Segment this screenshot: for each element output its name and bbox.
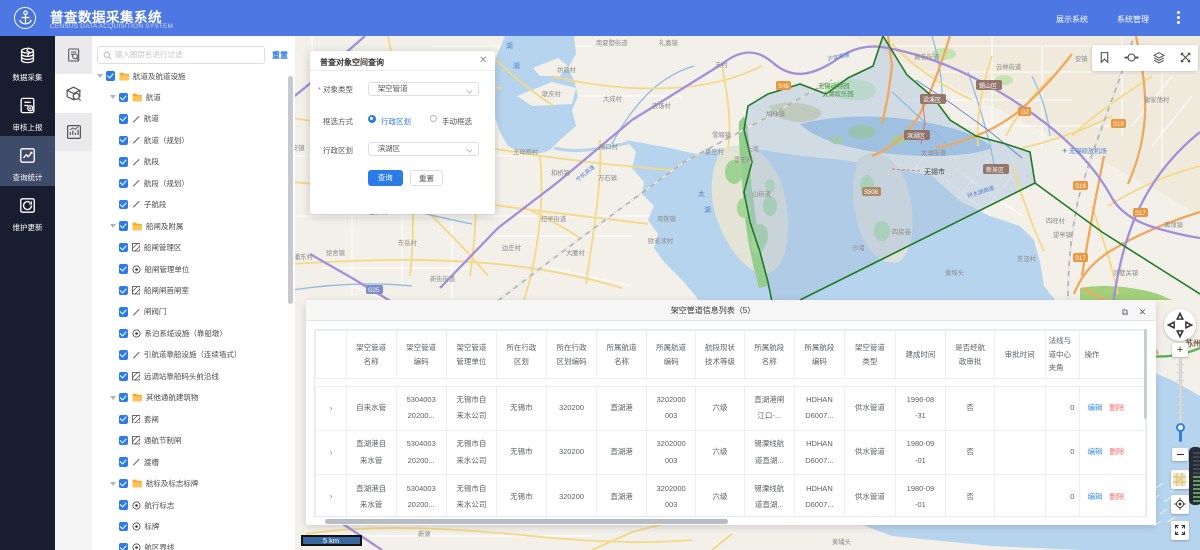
svg-text:闸口村: 闸口村 [599, 142, 619, 151]
svg-text:谢家荡村: 谢家荡村 [1144, 95, 1170, 104]
svg-text:G25: G25 [368, 288, 380, 294]
svg-text:新吴区: 新吴区 [986, 166, 1004, 174]
svg-text:S19: S19 [1113, 122, 1124, 128]
svg-text:S48: S48 [778, 84, 789, 90]
svg-text:太湖欢乐园: 太湖欢乐园 [822, 89, 853, 98]
svg-text:联庆村: 联庆村 [542, 89, 562, 98]
svg-text:湖: 湖 [506, 41, 513, 50]
svg-text:黄埭镇: 黄埭镇 [1164, 220, 1184, 229]
svg-text:东泾村: 东泾村 [1017, 254, 1037, 263]
svg-text:S808: S808 [864, 190, 879, 196]
svg-text:S17: S17 [1135, 211, 1146, 217]
svg-text:梁溪区: 梁溪区 [923, 96, 941, 104]
svg-text:安镇: 安镇 [1075, 54, 1088, 63]
svg-text:徐舍镇: 徐舍镇 [326, 248, 346, 257]
svg-text:太湖街道: 太湖街道 [921, 148, 947, 157]
svg-text:浒墅关镇: 浒墅关镇 [1113, 268, 1139, 277]
svg-text:大腰村: 大腰村 [566, 248, 586, 257]
svg-text:太: 太 [698, 189, 705, 198]
svg-text:潘东村: 潘东村 [294, 252, 314, 261]
svg-text:沙渚: 沙渚 [852, 243, 865, 252]
svg-text:大成村: 大成村 [603, 94, 623, 103]
svg-text:东岳村: 东岳村 [398, 238, 418, 247]
svg-text:南夏墅街道: 南夏墅街道 [596, 38, 628, 47]
svg-text:G2: G2 [1021, 110, 1030, 116]
svg-text:锡山区: 锡山区 [979, 82, 997, 90]
svg-text:头湾: 头湾 [746, 144, 759, 153]
svg-text:✈ 无锡硕放机场: ✈ 无锡硕放机场 [1062, 146, 1107, 155]
svg-text:山街道: 山街道 [752, 189, 772, 198]
svg-text:王母桥村: 王母桥村 [513, 147, 539, 156]
svg-text:望亭镇: 望亭镇 [1053, 230, 1073, 239]
svg-text:万石镇: 万石镇 [598, 173, 618, 182]
svg-text:滨湖区: 滨湖区 [907, 132, 925, 140]
svg-text:坊前村: 坊前村 [557, 65, 577, 74]
svg-text:欧毛渎村: 欧毛渎村 [648, 236, 674, 245]
svg-text:四房巷: 四房巷 [892, 227, 912, 236]
svg-text:黄巷街道: 黄巷街道 [914, 52, 940, 61]
svg-text:湖: 湖 [513, 61, 520, 70]
svg-text:云林街道: 云林街道 [996, 62, 1022, 71]
svg-text:和桥镇: 和桥镇 [551, 168, 571, 177]
svg-text:雪堰镇: 雪堰镇 [712, 130, 732, 139]
svg-text:无锡动物园: 无锡动物园 [818, 81, 849, 90]
svg-text:S19: S19 [1075, 184, 1086, 190]
svg-text:无锡市: 无锡市 [924, 167, 945, 176]
svg-text:黄埠头: 黄埠头 [945, 268, 964, 277]
svg-text:新源: 新源 [418, 529, 431, 538]
svg-text:四旺村: 四旺村 [1046, 216, 1066, 225]
svg-text:胡埭镇: 胡埭镇 [766, 109, 786, 118]
svg-text:周铁镇: 周铁镇 [657, 214, 677, 223]
svg-text:雪东村: 雪东村 [734, 155, 754, 164]
svg-text:新街街道: 新街街道 [430, 274, 456, 283]
svg-text:纪亭街道: 纪亭街道 [541, 214, 567, 223]
svg-text:边庄村: 边庄村 [502, 243, 522, 252]
svg-text:农场村: 农场村 [652, 101, 672, 110]
svg-text:S17: S17 [1075, 256, 1086, 262]
svg-text:湖: 湖 [704, 205, 711, 214]
svg-text:夏庄村: 夏庄村 [705, 147, 725, 156]
svg-text:黄埔头: 黄埔头 [832, 537, 851, 546]
svg-text:丰村: 丰村 [715, 60, 728, 69]
svg-text:礼嘉镇: 礼嘉镇 [659, 38, 679, 47]
